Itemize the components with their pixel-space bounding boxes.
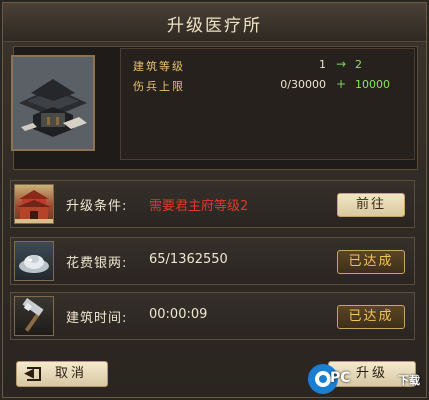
- cancel-button[interactable]: ◀ 取消: [16, 361, 108, 387]
- build-time-value: 00:00:09: [149, 307, 208, 322]
- watermark: PC 下载: [306, 360, 429, 400]
- build-time-status-badge: 已达成: [337, 305, 405, 329]
- build-time-label: 建筑时间:: [66, 311, 128, 326]
- hammer-icon: [14, 296, 54, 336]
- exit-arrow-icon: ◀: [24, 366, 37, 381]
- building-level-current: 1: [319, 58, 326, 71]
- building-level-next: 2: [355, 58, 362, 71]
- build-time-row: 建筑时间: 00:00:09 已达成: [10, 292, 415, 340]
- silver-ingot-icon: [14, 241, 54, 281]
- requirement-row: 升级条件: 需要君主府等级2 前往: [10, 180, 415, 228]
- watermark-text: 下载: [398, 374, 420, 387]
- dialog-title: 升级医疗所: [167, 16, 262, 36]
- palace-icon: [14, 184, 54, 224]
- go-button[interactable]: 前往: [337, 193, 405, 217]
- cost-row: 花费银两: 65/1362550 已达成: [10, 237, 415, 285]
- hospital-building-icon: [13, 57, 93, 149]
- building-level-label: 建筑等级: [133, 60, 185, 73]
- building-image: [11, 55, 95, 151]
- requirement-label: 升级条件:: [66, 199, 128, 214]
- plus-icon: +: [336, 77, 347, 91]
- requirement-value: 需要君主府等级2: [149, 199, 249, 214]
- title-bar: 升级医疗所: [3, 3, 426, 42]
- cost-value: 65/1362550: [149, 252, 228, 267]
- wounded-cap-current: 0/30000: [280, 78, 326, 91]
- arrow-right-icon: →: [336, 57, 347, 71]
- cost-status-badge: 已达成: [337, 250, 405, 274]
- watermark-brand: PC: [330, 370, 351, 386]
- wounded-cap-label: 伤兵上限: [133, 80, 185, 93]
- cancel-label: 取消: [55, 366, 88, 381]
- stats-box: 建筑等级 1 → 2 伤兵上限 0/30000 + 10000: [120, 48, 415, 160]
- wounded-cap-increase: 10000: [355, 78, 390, 91]
- cost-label: 花费银两:: [66, 256, 128, 271]
